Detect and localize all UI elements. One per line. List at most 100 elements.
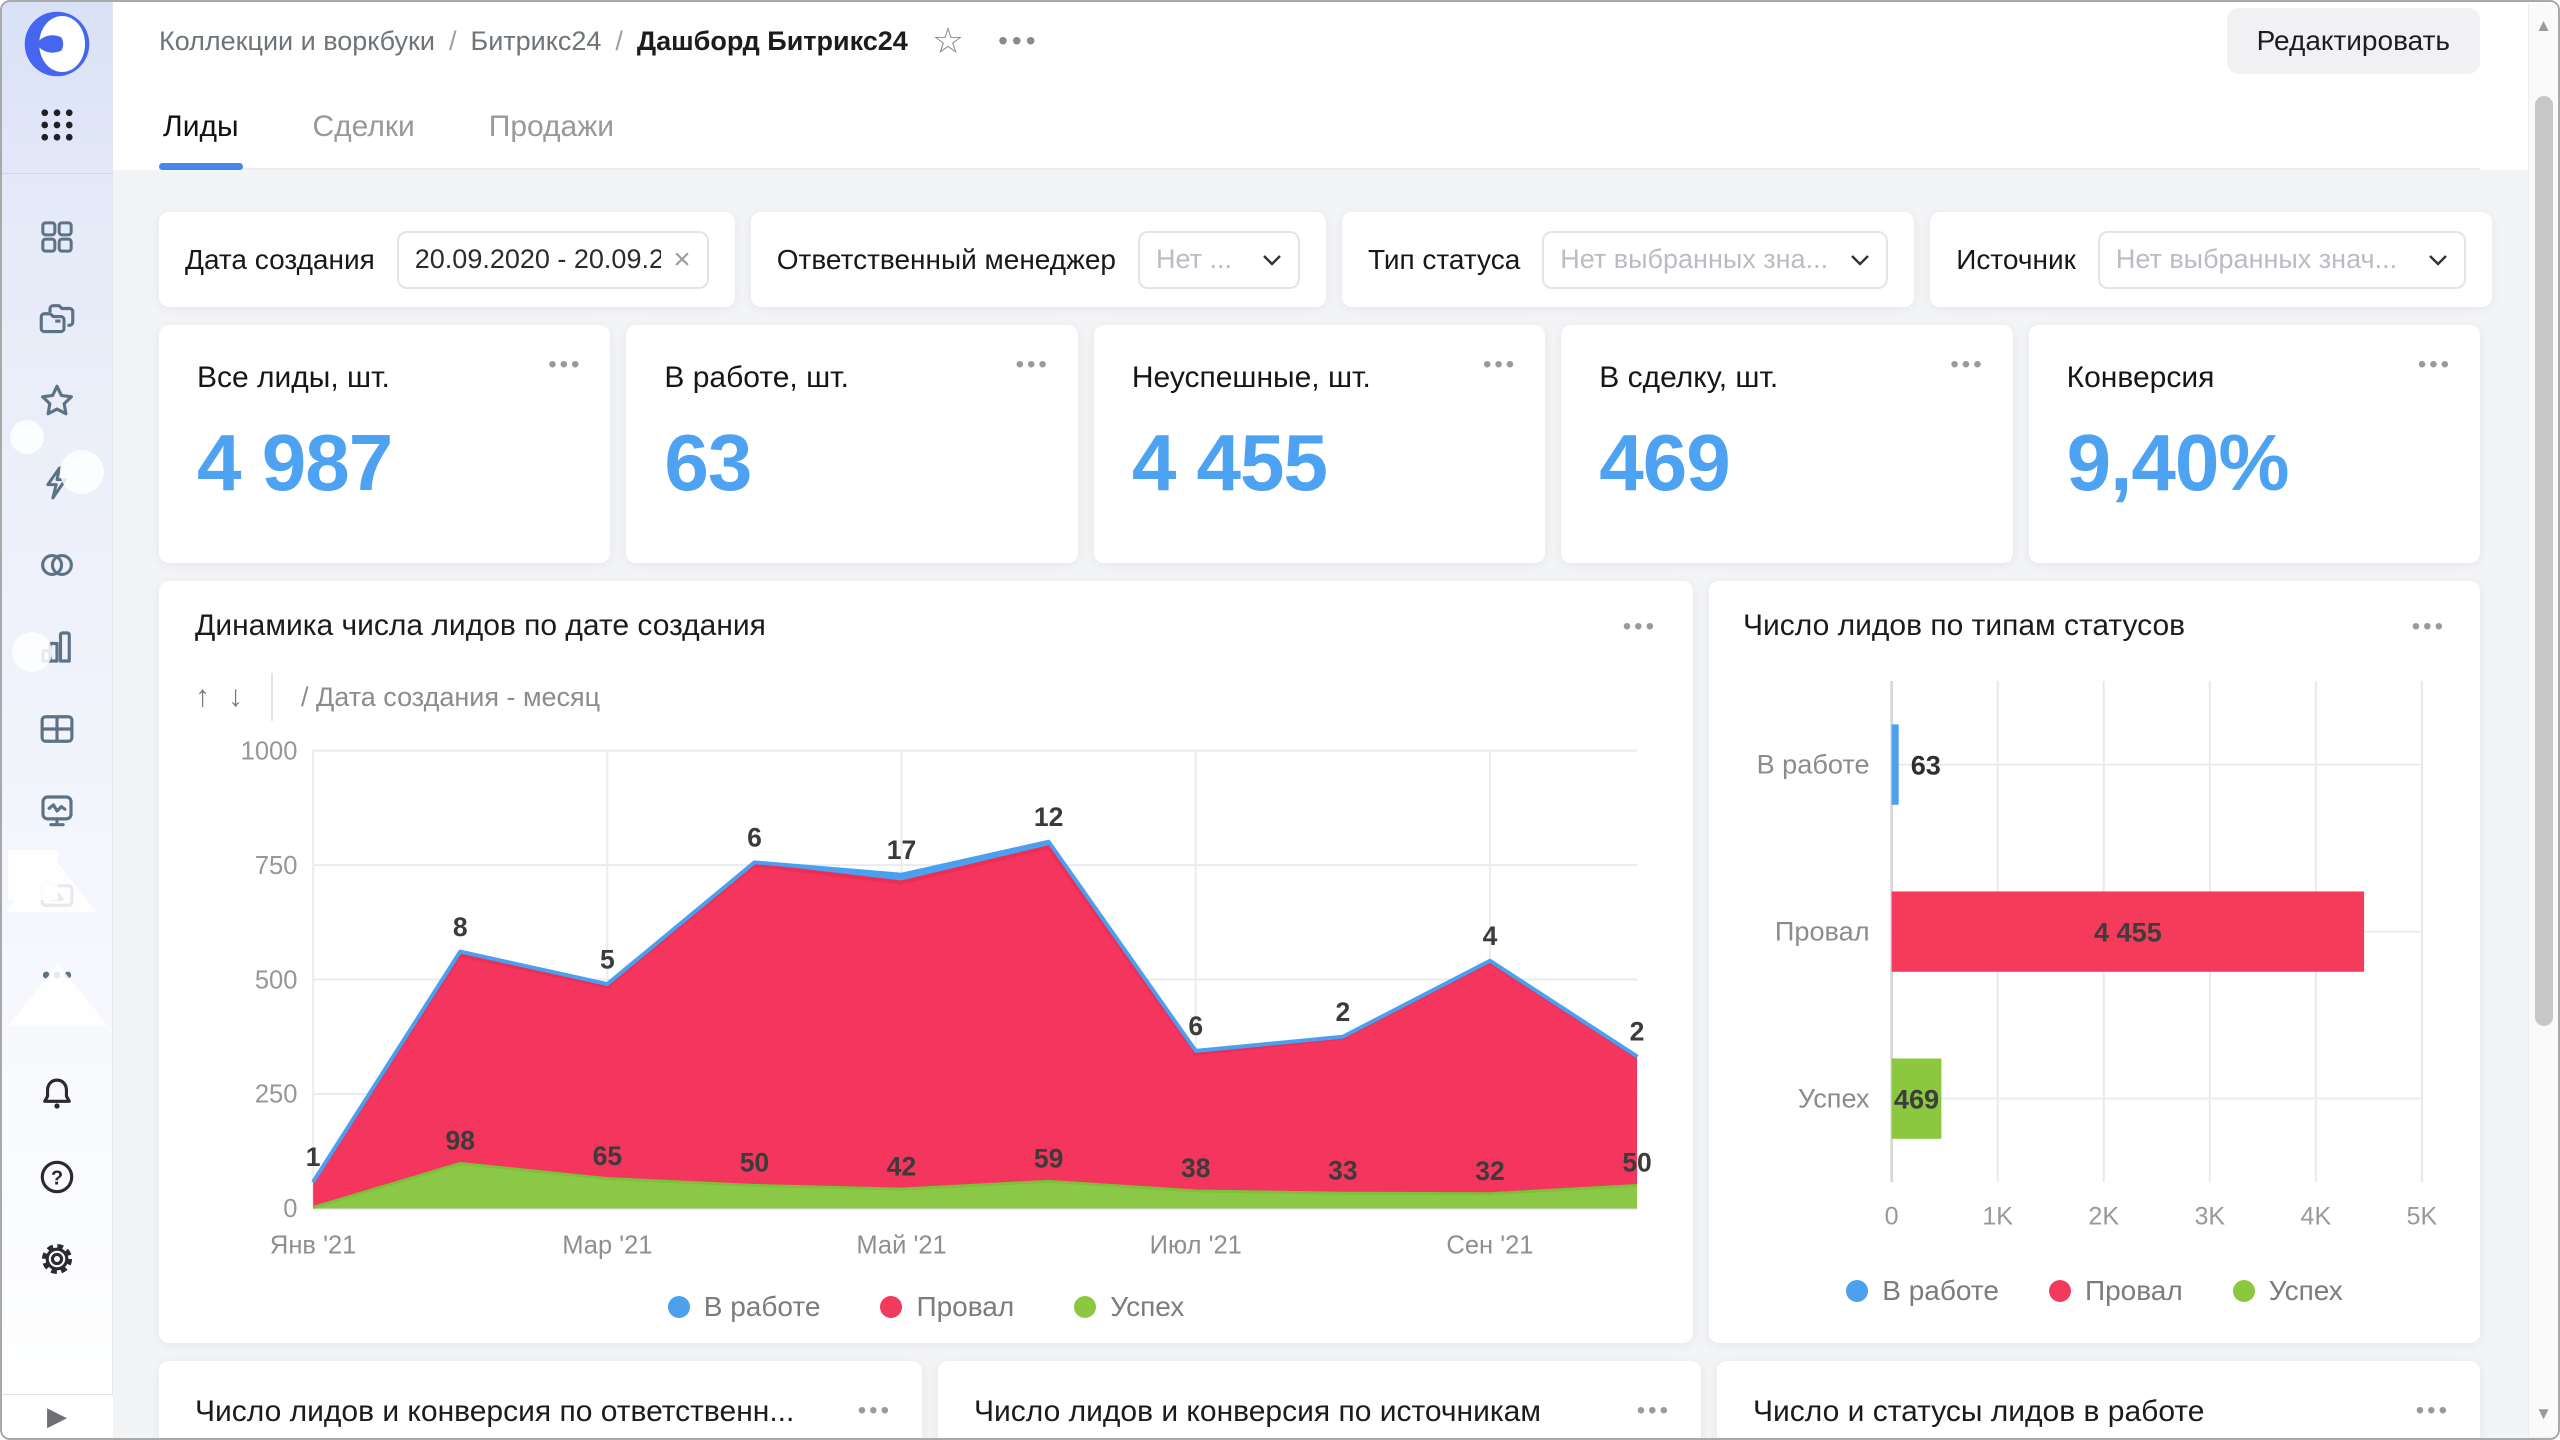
status-type-select[interactable]: Нет выбранных зна... bbox=[1542, 231, 1888, 289]
legend-dot-icon bbox=[2049, 1280, 2071, 1302]
legend-dot-icon bbox=[1074, 1296, 1096, 1318]
svg-text:59: 59 bbox=[1034, 1144, 1063, 1174]
svg-text:4: 4 bbox=[1483, 921, 1498, 951]
svg-text:Июл '21: Июл '21 bbox=[1150, 1232, 1242, 1260]
top-header: Коллекции и воркбуки / Битрикс24 / Дашбо… bbox=[113, 2, 2558, 80]
sort-bar: ↑ ↓ / Дата создания - месяц bbox=[195, 673, 1657, 721]
card-menu-icon[interactable]: ••• bbox=[2416, 1399, 2450, 1423]
kpi-title: Неуспешные, шт. bbox=[1132, 361, 1507, 395]
breadcrumb-collections[interactable]: Коллекции и воркбуки bbox=[159, 26, 435, 57]
chart-title: Динамика числа лидов по дате создания bbox=[195, 609, 766, 643]
svg-text:Сен '21: Сен '21 bbox=[1446, 1232, 1533, 1260]
date-range-value: 20.09.2020 - 20.09.20 bbox=[415, 244, 661, 275]
tab-sales[interactable]: Продажи bbox=[485, 94, 618, 168]
legend-item-fail[interactable]: Провал bbox=[2049, 1275, 2183, 1307]
dashboard-content: Дата создания 20.09.2020 - 20.09.20 × От… bbox=[113, 170, 2558, 1438]
settings-icon[interactable] bbox=[36, 1238, 78, 1280]
svg-text:5: 5 bbox=[600, 944, 615, 974]
charts-icon[interactable] bbox=[36, 626, 78, 668]
svg-text:Провал: Провал bbox=[1775, 916, 1870, 947]
area-chart-legend: В работе Провал Успех bbox=[195, 1291, 1657, 1323]
more-nav-icon[interactable] bbox=[36, 954, 78, 996]
svg-text:50: 50 bbox=[1622, 1148, 1651, 1178]
chevron-down-icon bbox=[1850, 254, 1870, 266]
legend-item-in-progress[interactable]: В работе bbox=[668, 1291, 821, 1323]
main-area: Коллекции и воркбуки / Битрикс24 / Дашбо… bbox=[113, 2, 2558, 1438]
kpi-card-in-progress: ••• В работе, шт. 63 bbox=[626, 325, 1077, 563]
kpi-value: 63 bbox=[664, 417, 1039, 509]
card-menu-icon[interactable]: ••• bbox=[858, 1399, 892, 1423]
storage-icon[interactable] bbox=[36, 872, 78, 914]
svg-text:3K: 3K bbox=[2194, 1202, 2225, 1230]
source-select[interactable]: Нет выбранных знач... bbox=[2098, 231, 2466, 289]
bar-chart-legend: В работе Провал Успех bbox=[1743, 1275, 2446, 1307]
quick-actions-icon[interactable] bbox=[36, 462, 78, 504]
svg-text:0: 0 bbox=[1885, 1202, 1899, 1230]
sidebar-expand[interactable]: ▶ bbox=[2, 1394, 113, 1438]
card-menu-icon[interactable]: ••• bbox=[2418, 353, 2452, 377]
legend-item-success[interactable]: Успех bbox=[2233, 1275, 2343, 1307]
legend-label: Успех bbox=[1110, 1291, 1184, 1323]
datalens-app-window: ? ▶ Коллекции и воркбуки / Битрикс24 / Д… bbox=[0, 0, 2560, 1440]
breadcrumb-workbook[interactable]: Битрикс24 bbox=[470, 26, 601, 57]
sort-desc-icon[interactable]: ↓ bbox=[228, 682, 243, 712]
card-menu-icon[interactable]: ••• bbox=[548, 353, 582, 377]
area-chart-svg: 02505007501000Янв '21Мар '21Май '21Июл '… bbox=[195, 731, 1657, 1281]
datasets-icon[interactable] bbox=[36, 708, 78, 750]
legend-label: В работе bbox=[704, 1291, 821, 1323]
apps-grid-icon[interactable] bbox=[36, 104, 78, 149]
clear-icon[interactable]: × bbox=[673, 245, 691, 275]
card-menu-icon[interactable]: ••• bbox=[1637, 1399, 1671, 1423]
breadcrumb-separator: / bbox=[615, 26, 623, 57]
svg-text:469: 469 bbox=[1894, 1084, 1939, 1115]
manager-select[interactable]: Нет ... bbox=[1138, 231, 1300, 289]
tab-deals[interactable]: Сделки bbox=[309, 94, 419, 168]
svg-text:1K: 1K bbox=[1982, 1202, 2013, 1230]
select-placeholder: Нет выбранных знач... bbox=[2116, 244, 2397, 275]
page-scrollbar[interactable]: ▲ ▼ bbox=[2528, 4, 2558, 1436]
scroll-up-icon[interactable]: ▲ bbox=[2535, 4, 2552, 48]
filters-row: Дата создания 20.09.2020 - 20.09.20 × От… bbox=[159, 212, 2480, 307]
header-menu-icon[interactable]: ••• bbox=[998, 25, 1039, 57]
chart-title: Число лидов и конверсия по источникам bbox=[974, 1395, 1665, 1429]
kpi-card-conversion: ••• Конверсия 9,40% bbox=[2029, 325, 2480, 563]
connections-icon[interactable] bbox=[36, 544, 78, 586]
monitoring-icon[interactable] bbox=[36, 790, 78, 832]
chevron-down-icon bbox=[2428, 254, 2448, 266]
filter-manager: Ответственный менеджер Нет ... bbox=[751, 212, 1326, 307]
legend-label: Успех bbox=[2269, 1275, 2343, 1307]
datalens-logo[interactable] bbox=[23, 10, 91, 78]
card-menu-icon[interactable]: ••• bbox=[1483, 353, 1517, 377]
scrollbar-thumb[interactable] bbox=[2535, 96, 2553, 1026]
help-icon[interactable]: ? bbox=[36, 1156, 78, 1198]
kpi-title: Все лиды, шт. bbox=[197, 361, 572, 395]
card-menu-icon[interactable]: ••• bbox=[1623, 615, 1657, 639]
edit-button[interactable]: Редактировать bbox=[2227, 8, 2480, 74]
legend-item-success[interactable]: Успех bbox=[1074, 1291, 1184, 1323]
tab-leads[interactable]: Лиды bbox=[159, 94, 243, 168]
legend-item-in-progress[interactable]: В работе bbox=[1846, 1275, 1999, 1307]
svg-text:?: ? bbox=[51, 1167, 63, 1189]
svg-text:Янв '21: Янв '21 bbox=[270, 1232, 356, 1260]
sort-asc-icon[interactable]: ↑ bbox=[195, 682, 210, 712]
kpi-row: ••• Все лиды, шт. 4 987 ••• В работе, шт… bbox=[159, 325, 2480, 563]
svg-text:63: 63 bbox=[1911, 750, 1941, 781]
dashboards-grid-icon[interactable] bbox=[36, 216, 78, 258]
collections-icon[interactable] bbox=[36, 298, 78, 340]
filter-label: Источник bbox=[1956, 244, 2076, 276]
notifications-icon[interactable] bbox=[36, 1074, 78, 1116]
date-range-input[interactable]: 20.09.2020 - 20.09.20 × bbox=[397, 231, 709, 289]
favorites-icon[interactable] bbox=[36, 380, 78, 422]
scroll-down-icon[interactable]: ▼ bbox=[2535, 1392, 2552, 1436]
sidebar-divider bbox=[2, 173, 113, 174]
svg-text:4 455: 4 455 bbox=[2094, 917, 2162, 948]
legend-item-fail[interactable]: Провал bbox=[880, 1291, 1014, 1323]
svg-text:2: 2 bbox=[1335, 997, 1350, 1027]
svg-text:32: 32 bbox=[1475, 1156, 1504, 1186]
card-menu-icon[interactable]: ••• bbox=[2412, 615, 2446, 639]
card-menu-icon[interactable]: ••• bbox=[1016, 353, 1050, 377]
bottom-cards-row: ••• Число лидов и конверсия по ответстве… bbox=[159, 1361, 2480, 1438]
card-menu-icon[interactable]: ••• bbox=[1950, 353, 1984, 377]
kpi-card-to-deal: ••• В сделку, шт. 469 bbox=[1561, 325, 2012, 563]
favorite-star-icon[interactable]: ☆ bbox=[932, 23, 964, 59]
